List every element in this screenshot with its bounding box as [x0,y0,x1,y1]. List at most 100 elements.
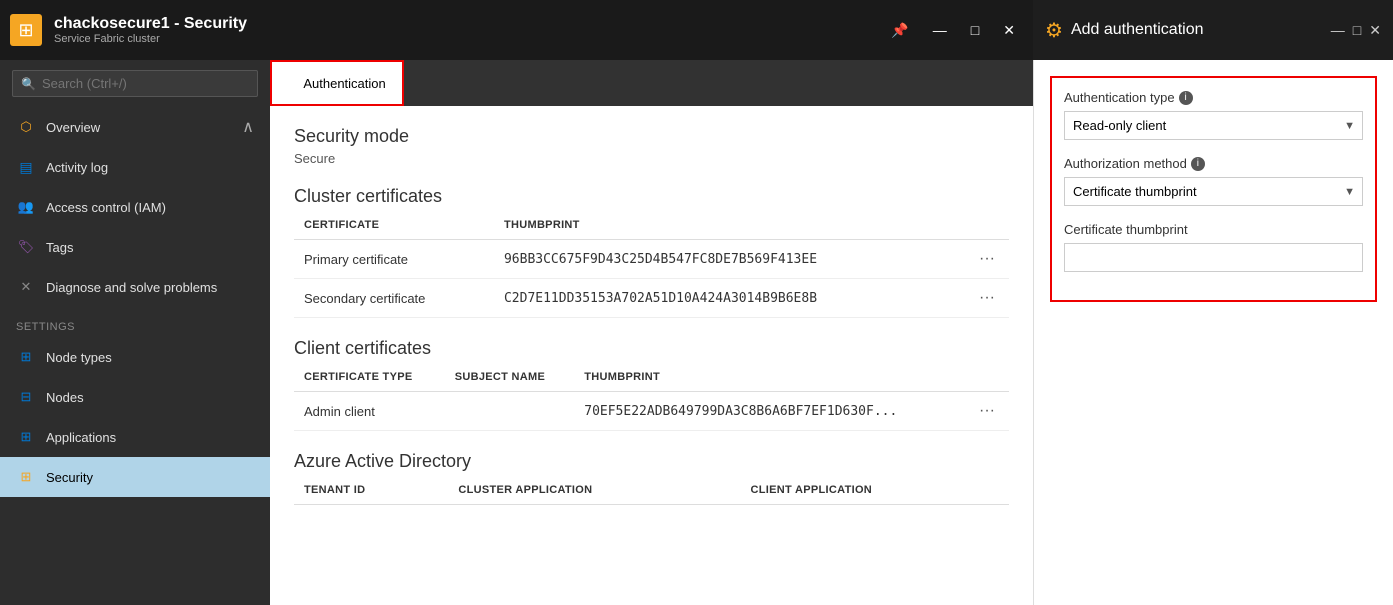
nodes-icon: ⊟ [16,387,36,407]
settings-section-label: SETTINGS [0,307,270,337]
sidebar-item-security[interactable]: ⊞ Security [0,457,270,497]
cert-thumbprint-input[interactable] [1064,243,1363,272]
col-cluster-app: CLUSTER APPLICATION [448,476,740,505]
auth-method-select-wrapper: Certificate thumbprint Certificate commo… [1064,177,1363,206]
left-titlebar: ⊞ chackosecure1 - Security Service Fabri… [0,0,1033,60]
right-maximize-button[interactable]: □ [1353,22,1361,39]
diagnose-icon: ✕ [16,277,36,297]
col-subject-name: SUBJECT NAME [445,363,575,392]
sidebar-item-activity-log-label: Activity log [46,160,108,175]
right-titlebar: ⚙ Add authentication — □ ✕ [1033,0,1393,60]
sidebar: 🔍 ⬡ Overview ∧ ▤ Activity log 👥 Access c… [0,60,270,605]
cert-thumbprint-section: Certificate thumbprint [1064,222,1363,272]
right-window-controls: — □ ✕ [1331,22,1381,39]
sidebar-item-access-control[interactable]: 👥 Access control (IAM) [0,187,270,227]
admin-client-subject [445,392,575,431]
sidebar-item-applications-label: Applications [46,430,116,445]
auth-method-select[interactable]: Certificate thumbprint Certificate commo… [1064,177,1363,206]
admin-client-thumbprint: 70EF5E22ADB649799DA3C8B6A6BF7EF1D630F... [574,392,965,431]
tab-authentication[interactable]: + Authentication [270,60,404,106]
cluster-certificates-section: Cluster certificates CERTIFICATE THUMBPR… [294,186,1009,318]
col-certificate: CERTIFICATE [294,211,494,240]
auth-method-label: Authorization method i [1064,156,1363,171]
sidebar-item-diagnose-label: Diagnose and solve problems [46,280,217,295]
content-body: Security mode Secure Cluster certificate… [270,106,1033,605]
sidebar-item-overview[interactable]: ⬡ Overview ∧ [0,107,270,147]
auth-type-label: Authentication type i [1064,90,1363,105]
table-row: Admin client 70EF5E22ADB649799DA3C8B6A6B… [294,392,1009,431]
tab-authentication-label: Authentication [303,76,385,91]
client-certificates-section: Client certificates CERTIFICATE TYPE SUB… [294,338,1009,431]
right-close-button[interactable]: ✕ [1369,22,1381,39]
primary-cert-more-button[interactable]: ··· [975,250,999,267]
auth-method-info-icon[interactable]: i [1191,157,1205,171]
search-icon: 🔍 [21,77,36,91]
activity-log-icon: ▤ [16,157,36,177]
auth-type-select[interactable]: Read-only client Admin client [1064,111,1363,140]
sidebar-item-diagnose[interactable]: ✕ Diagnose and solve problems [0,267,270,307]
window-controls: 📌 — □ ✕ [883,18,1023,43]
right-panel: Authentication type i Read-only client A… [1033,60,1393,605]
overview-icon: ⬡ [16,117,36,137]
minimize-button[interactable]: — [925,18,955,42]
cert-thumbprint-label: Certificate thumbprint [1064,222,1363,237]
auth-form-box: Authentication type i Read-only client A… [1050,76,1377,302]
maximize-button[interactable]: □ [963,18,987,42]
sidebar-item-security-label: Security [46,470,93,485]
right-app-icon: ⚙ [1045,18,1063,43]
cluster-cert-table: CERTIFICATE THUMBPRINT Primary certifica… [294,211,1009,318]
auth-type-section: Authentication type i Read-only client A… [1064,90,1363,140]
auth-method-section: Authorization method i Certificate thumb… [1064,156,1363,206]
sidebar-item-node-types-label: Node types [46,350,112,365]
primary-cert-thumbprint: 96BB3CC675F9D43C25D4B547FC8DE7B569F413EE [494,240,965,279]
admin-client-more-button[interactable]: ··· [975,402,999,419]
sidebar-item-access-label: Access control (IAM) [46,200,166,215]
secondary-cert-thumbprint: C2D7E11DD35153A702A51D10A424A3014B9B6E8B [494,279,965,318]
col-thumbprint: THUMBPRINT [494,211,965,240]
search-input[interactable] [42,76,249,91]
tab-bar: + Authentication [270,60,1033,106]
sidebar-item-tags-label: Tags [46,240,73,255]
cluster-cert-title: Cluster certificates [294,186,1009,207]
node-types-icon: ⊞ [16,347,36,367]
secondary-cert-more-button[interactable]: ··· [975,289,999,306]
secondary-cert-label: Secondary certificate [294,279,494,318]
sidebar-item-node-types[interactable]: ⊞ Node types [0,337,270,377]
sidebar-item-overview-label: Overview [46,120,100,135]
primary-cert-label: Primary certificate [294,240,494,279]
sidebar-item-applications[interactable]: ⊞ Applications [0,417,270,457]
tags-icon: 🏷 [16,237,36,257]
applications-icon: ⊞ [16,427,36,447]
tab-plus-icon: + [288,74,297,92]
security-mode-section: Security mode Secure [294,126,1009,166]
search-box[interactable]: 🔍 [12,70,258,97]
table-row: Secondary certificate C2D7E11DD35153A702… [294,279,1009,318]
col-client-app: CLIENT APPLICATION [741,476,1009,505]
app-icon: ⊞ [10,14,42,46]
azure-ad-title: Azure Active Directory [294,451,1009,472]
collapse-icon[interactable]: ∧ [242,117,254,137]
col-thumbprint2: THUMBPRINT [574,363,965,392]
sidebar-item-activity-log[interactable]: ▤ Activity log [0,147,270,187]
col-tenant-id: TENANT ID [294,476,448,505]
window-subtitle: Service Fabric cluster [54,33,247,45]
col-cert-type: CERTIFICATE TYPE [294,363,445,392]
azure-ad-section: Azure Active Directory TENANT ID CLUSTER… [294,451,1009,505]
client-cert-title: Client certificates [294,338,1009,359]
security-mode-title: Security mode [294,126,1009,147]
window-title: chackosecure1 - Security [54,15,247,33]
right-minimize-button[interactable]: — [1331,22,1345,39]
sidebar-item-tags[interactable]: 🏷 Tags [0,227,270,267]
auth-type-select-wrapper: Read-only client Admin client ▼ [1064,111,1363,140]
admin-client-label: Admin client [294,392,445,431]
sidebar-item-nodes-label: Nodes [46,390,84,405]
close-button[interactable]: ✕ [995,18,1023,43]
sidebar-item-nodes[interactable]: ⊟ Nodes [0,377,270,417]
pin-button[interactable]: 📌 [883,18,916,43]
right-window-title: Add authentication [1071,21,1204,39]
right-panel-body: Authentication type i Read-only client A… [1034,60,1393,605]
client-cert-table: CERTIFICATE TYPE SUBJECT NAME THUMBPRINT… [294,363,1009,431]
auth-type-info-icon[interactable]: i [1179,91,1193,105]
title-text: chackosecure1 - Security Service Fabric … [54,15,247,45]
main-content: + Authentication Security mode Secure Cl… [270,60,1033,605]
